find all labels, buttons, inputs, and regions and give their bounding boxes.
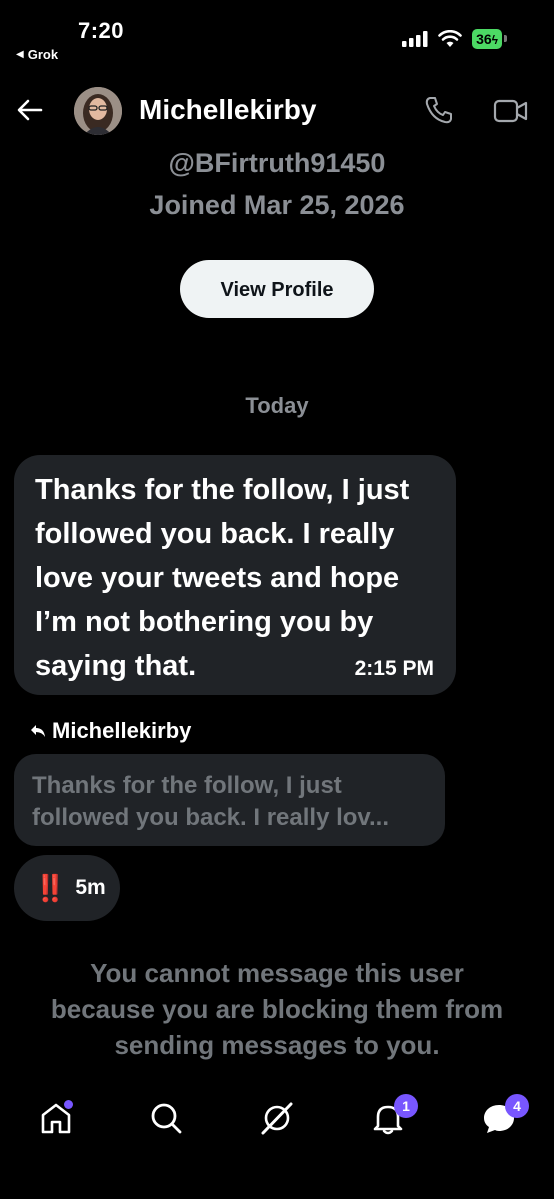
joined-date: Joined Mar 25, 2026 — [149, 190, 405, 220]
back-button[interactable] — [14, 94, 46, 126]
reply-to-name: Michellekirby — [52, 718, 192, 743]
message-time: 2:15 PM — [354, 657, 434, 680]
reaction-time: 5m — [75, 876, 106, 899]
status-time: 7:20 — [78, 18, 125, 43]
nav-notifications[interactable]: 1 — [368, 1094, 418, 1140]
back-app-label: Grok — [27, 47, 59, 62]
video-camera-icon — [493, 99, 528, 123]
battery-level: 36 — [476, 31, 492, 47]
nav-grok[interactable] — [257, 1096, 297, 1140]
charging-bolt-icon: ϟ — [491, 33, 498, 47]
reply-context: Michellekirby — [30, 718, 191, 744]
avatar[interactable] — [74, 87, 122, 135]
video-call-button[interactable] — [493, 96, 529, 126]
notifications-badge: 1 — [394, 1094, 418, 1118]
battery-indicator: 36ϟ — [472, 29, 507, 49]
call-button[interactable] — [423, 94, 455, 126]
day-separator: Today — [245, 393, 309, 418]
back-to-app-link[interactable]: ◀ Grok — [16, 47, 58, 62]
user-handle: @BFirtruth91450 — [168, 148, 386, 178]
arrow-left-icon — [17, 99, 43, 121]
nav-home[interactable] — [36, 1096, 76, 1140]
avatar-image — [74, 87, 122, 135]
nav-messages[interactable]: 4 — [479, 1094, 529, 1140]
view-profile-button[interactable]: View Profile — [180, 260, 374, 318]
reaction-bubble[interactable]: ‼️ 5m — [14, 855, 120, 921]
message-bubble[interactable]: Thanks for the follow, I just followed y… — [14, 455, 456, 695]
quoted-line-2: followed you back. I really lov... — [32, 804, 389, 831]
messages-badge: 4 — [505, 1094, 529, 1118]
back-triangle-icon: ◀ — [16, 49, 24, 60]
quoted-message[interactable]: Thanks for the follow, I just followed y… — [14, 754, 445, 846]
status-indicators: 36ϟ — [402, 29, 507, 49]
phone-icon — [425, 97, 452, 124]
cellular-signal-icon — [402, 31, 428, 47]
search-icon — [151, 1103, 182, 1134]
double-exclamation-emoji: ‼️ — [34, 872, 66, 903]
reply-arrow-icon — [31, 725, 45, 737]
wifi-icon — [438, 30, 462, 47]
quoted-line-1: Thanks for the follow, I just — [32, 772, 342, 799]
conversation-name: Michellekirby — [139, 94, 317, 125]
home-unread-dot — [64, 1100, 73, 1109]
message-text: Thanks for the follow, I just followed y… — [35, 474, 410, 682]
nav-search[interactable] — [146, 1096, 186, 1140]
blocked-notice: You cannot message this user because you… — [50, 958, 504, 1060]
grok-icon — [261, 1102, 293, 1135]
battery-nub — [504, 35, 507, 42]
